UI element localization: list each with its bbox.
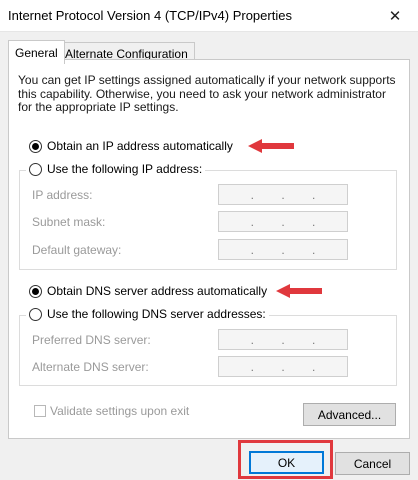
ip-dot: .: [250, 242, 254, 257]
ip-dot: .: [281, 359, 285, 374]
validate-settings-label: Validate settings upon exit: [50, 404, 190, 418]
radio-selected-icon: [29, 284, 42, 298]
ip-dot: .: [250, 214, 254, 229]
use-following-dns-label: Use the following DNS server addresses:: [47, 307, 266, 321]
preferred-dns-input[interactable]: ...: [218, 329, 348, 350]
close-button[interactable]: ✕: [372, 0, 418, 32]
ip-dot: .: [281, 214, 285, 229]
ip-dot: .: [281, 242, 285, 257]
radio-unselected-icon: [29, 162, 42, 176]
ip-dot: .: [281, 187, 285, 202]
ip-dot: .: [311, 242, 316, 257]
checkbox-unchecked-icon: [34, 405, 46, 417]
obtain-dns-auto-label: Obtain DNS server address automatically: [47, 284, 268, 298]
obtain-dns-auto-radio[interactable]: Obtain DNS server address automatically: [29, 284, 267, 298]
tab-general-label: General: [15, 45, 58, 60]
tab-general[interactable]: General: [8, 40, 65, 64]
obtain-ip-auto-radio[interactable]: Obtain an IP address automatically: [29, 139, 233, 153]
red-arrow-icon: [276, 284, 322, 298]
red-arrow-icon: [248, 139, 294, 153]
use-following-ip-label: Use the following IP address:: [47, 162, 203, 176]
title-bar: Internet Protocol Version 4 (TCP/IPv4) P…: [0, 0, 418, 32]
ip-address-label: IP address:: [32, 188, 93, 202]
ip-dot: .: [311, 214, 316, 229]
ip-dot: .: [311, 359, 316, 374]
cancel-button[interactable]: Cancel: [335, 452, 410, 475]
ip-dot: .: [281, 332, 285, 347]
ok-button-highlight-box: [238, 440, 333, 479]
alternate-dns-label: Alternate DNS server:: [32, 360, 149, 374]
ip-dot: .: [311, 187, 316, 202]
advanced-button[interactable]: Advanced...: [303, 403, 396, 426]
default-gateway-input[interactable]: ...: [218, 239, 348, 260]
preferred-dns-label: Preferred DNS server:: [32, 333, 151, 347]
subnet-mask-input[interactable]: ...: [218, 211, 348, 232]
advanced-button-label: Advanced...: [317, 407, 382, 422]
alternate-dns-input[interactable]: ...: [218, 356, 348, 377]
radio-unselected-icon: [29, 307, 42, 321]
close-icon: ✕: [388, 8, 402, 25]
window-title: Internet Protocol Version 4 (TCP/IPv4) P…: [8, 8, 292, 23]
radio-selected-icon: [29, 139, 42, 153]
use-following-dns-radio[interactable]: Use the following DNS server addresses:: [26, 307, 269, 321]
subnet-mask-label: Subnet mask:: [32, 215, 106, 229]
cancel-button-label: Cancel: [353, 456, 392, 471]
obtain-ip-auto-label: Obtain an IP address automatically: [47, 139, 233, 153]
ip-dot: .: [250, 187, 254, 202]
ip-address-input[interactable]: ...: [218, 184, 348, 205]
validate-settings-checkbox[interactable]: Validate settings upon exit: [34, 404, 189, 418]
use-following-ip-radio[interactable]: Use the following IP address:: [26, 162, 206, 176]
ip-dot: .: [250, 359, 254, 374]
ip-dot: .: [311, 332, 316, 347]
intro-text: You can get IP settings assigned automat…: [18, 73, 396, 114]
ip-dot: .: [250, 332, 254, 347]
default-gateway-label: Default gateway:: [32, 243, 122, 257]
